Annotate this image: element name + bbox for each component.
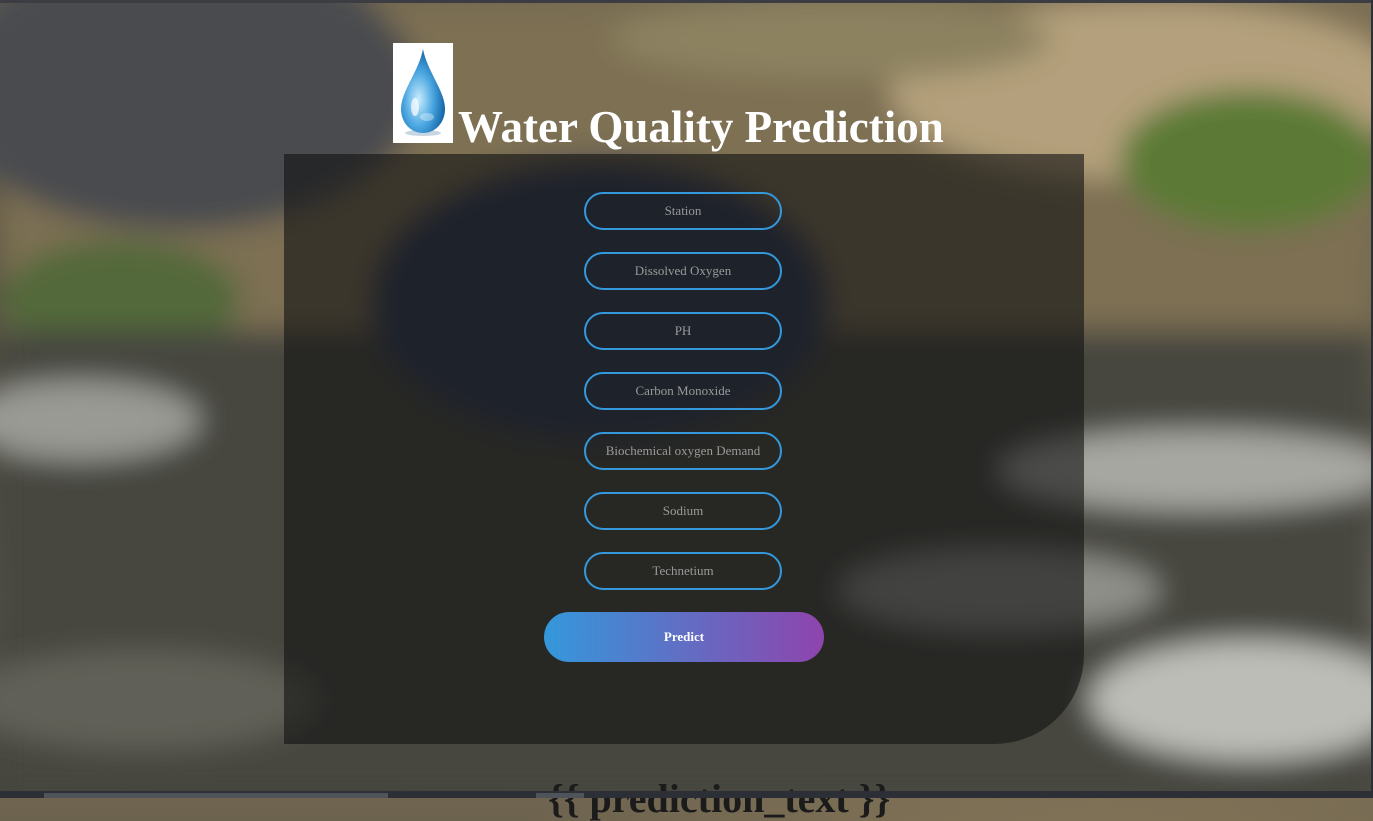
station-input[interactable] <box>584 192 782 230</box>
predict-button[interactable]: Predict <box>544 612 824 662</box>
carbon-monoxide-input[interactable] <box>584 372 782 410</box>
water-drop-icon <box>401 49 445 136</box>
bottom-bar-segment <box>536 793 584 798</box>
page-title: Water Quality Prediction <box>458 102 944 152</box>
technetium-input[interactable] <box>584 552 782 590</box>
ph-input[interactable] <box>584 312 782 350</box>
bottom-bar-segment <box>44 793 388 798</box>
window-top-border <box>0 0 1373 3</box>
prediction-result: {{ prediction_text }} <box>548 776 891 821</box>
biochemical-oxygen-demand-input[interactable] <box>584 432 782 470</box>
dissolved-oxygen-input[interactable] <box>584 252 782 290</box>
sodium-input[interactable] <box>584 492 782 530</box>
logo <box>393 43 453 143</box>
